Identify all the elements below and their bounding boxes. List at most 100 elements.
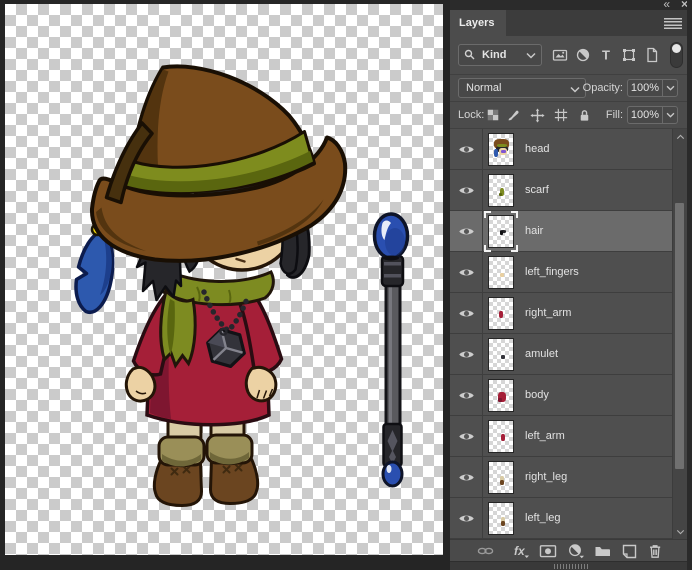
filter-toggle-switch[interactable] <box>670 42 683 68</box>
blend-mode-value: Normal <box>466 82 502 94</box>
layer-visibility-toggle[interactable] <box>450 211 483 251</box>
layer-row[interactable]: left_leg <box>450 498 672 539</box>
eye-icon <box>458 310 474 316</box>
layer-thumbnail[interactable] <box>488 419 514 453</box>
character-artwork <box>74 64 410 508</box>
layer-row[interactable]: scarf <box>450 170 672 211</box>
layer-row[interactable]: left_fingers <box>450 252 672 293</box>
layer-name: left_arm <box>525 430 565 442</box>
thumbnail-selection-bracket <box>484 210 491 218</box>
layer-visibility-toggle[interactable] <box>450 293 483 333</box>
eye-icon <box>458 146 474 152</box>
layer-thumbnail[interactable] <box>488 296 514 330</box>
scroll-up-icon[interactable] <box>673 131 687 142</box>
layer-thumbnail[interactable] <box>488 337 514 371</box>
layer-visibility-toggle[interactable] <box>450 129 483 169</box>
eye-icon <box>458 392 474 398</box>
eye-icon <box>458 474 474 480</box>
opacity-field[interactable]: 100% <box>627 79 678 97</box>
grip-handle-icon <box>554 564 588 569</box>
layer-row[interactable]: right_arm <box>450 293 672 334</box>
new-group-folder-icon[interactable] <box>593 543 611 559</box>
opacity-dropdown-icon[interactable] <box>662 80 677 96</box>
eye-icon <box>458 515 474 521</box>
pixel-layer-filter-icon[interactable] <box>550 45 570 65</box>
svg-text:fx: fx <box>514 544 526 558</box>
filter-toggle-knob <box>672 44 681 53</box>
scrollbar-thumb[interactable] <box>675 203 684 469</box>
layer-thumbnail-image <box>488 419 514 453</box>
layer-thumbnail-image <box>488 255 514 289</box>
link-layers-icon[interactable] <box>476 543 494 559</box>
boot-cuffs-art <box>157 433 254 467</box>
panel-resize-grip[interactable] <box>450 561 692 570</box>
thumbnail-selection-bracket <box>511 244 518 252</box>
tab-layers[interactable]: Layers <box>450 10 506 36</box>
layer-thumbnail-image <box>488 214 514 248</box>
layer-thumbnail-image <box>488 132 514 166</box>
panel-menu-icon[interactable] <box>664 18 682 29</box>
layer-name: amulet <box>525 348 559 360</box>
layer-visibility-toggle[interactable] <box>450 375 483 415</box>
layer-thumbnail[interactable] <box>484 210 518 252</box>
new-layer-icon[interactable] <box>620 543 638 559</box>
fill-dropdown-icon[interactable] <box>662 107 677 123</box>
filter-kind-label: Kind <box>482 49 507 61</box>
search-icon <box>464 49 475 60</box>
layer-visibility-toggle[interactable] <box>450 498 483 538</box>
photoshop-window: « × Layers Kind T Normal Opacity: 100% L… <box>0 0 692 570</box>
delete-layer-trash-icon[interactable] <box>646 543 664 559</box>
layer-row[interactable]: hair <box>450 210 672 252</box>
layer-thumbnail[interactable] <box>488 132 514 166</box>
layer-thumbnail-image <box>488 501 514 535</box>
adjustment-layer-filter-icon[interactable] <box>573 45 593 65</box>
layer-thumbnail[interactable] <box>488 255 514 289</box>
layers-panel: « × Layers Kind T Normal Opacity: 100% L… <box>450 0 692 570</box>
layer-visibility-toggle[interactable] <box>450 334 483 374</box>
layer-row[interactable]: body <box>450 375 672 416</box>
collapse-panel-icon[interactable]: « <box>663 0 670 10</box>
layer-thumbnail-image <box>488 296 514 330</box>
adjustment-layer-icon[interactable] <box>567 543 585 559</box>
lock-transparency-icon[interactable] <box>485 107 501 123</box>
layer-name: right_arm <box>525 307 572 319</box>
panel-tab-bar: Layers <box>450 10 692 36</box>
layer-thumbnail[interactable] <box>488 460 514 494</box>
eye-icon <box>458 269 474 275</box>
layer-list-scrollbar[interactable] <box>672 129 687 539</box>
layer-visibility-toggle[interactable] <box>450 252 483 292</box>
layer-row[interactable]: left_arm <box>450 416 672 457</box>
staff-art <box>372 212 410 488</box>
layer-mask-icon[interactable] <box>539 543 557 559</box>
canvas-area[interactable] <box>0 0 450 570</box>
layer-row[interactable]: right_leg <box>450 457 672 498</box>
layer-visibility-toggle[interactable] <box>450 457 483 497</box>
type-layer-filter-icon[interactable]: T <box>596 45 616 65</box>
filter-row: Kind T <box>450 36 692 75</box>
fill-value: 100% <box>630 109 660 121</box>
layer-row[interactable]: amulet <box>450 334 672 375</box>
layer-thumbnail[interactable] <box>488 378 514 412</box>
blend-row: Normal Opacity: 100% <box>450 75 692 102</box>
layer-thumbnail[interactable] <box>488 173 514 207</box>
lock-label: Lock: <box>458 109 485 121</box>
layer-row[interactable]: head <box>450 129 672 170</box>
scroll-down-icon[interactable] <box>673 526 687 537</box>
svg-text:T: T <box>602 48 610 63</box>
opacity-label: Opacity: <box>582 82 623 94</box>
filter-kind-dropdown[interactable]: Kind <box>458 44 542 66</box>
layer-thumbnail[interactable] <box>488 501 514 535</box>
fill-label: Fill: <box>605 109 623 121</box>
shape-layer-filter-icon[interactable] <box>619 45 639 65</box>
layers-toolbar: fx <box>450 539 692 561</box>
layer-visibility-toggle[interactable] <box>450 416 483 456</box>
eye-icon <box>458 433 474 439</box>
layer-style-fx-icon[interactable]: fx <box>512 543 530 559</box>
smart-object-filter-icon[interactable] <box>642 45 662 65</box>
layer-name: left_leg <box>525 512 561 524</box>
chevron-down-icon <box>526 52 536 59</box>
fill-field[interactable]: 100% <box>627 106 678 124</box>
layer-visibility-toggle[interactable] <box>450 170 483 210</box>
layer-name: head <box>525 143 550 155</box>
lock-row: Lock: Fill: 100% <box>450 102 692 129</box>
